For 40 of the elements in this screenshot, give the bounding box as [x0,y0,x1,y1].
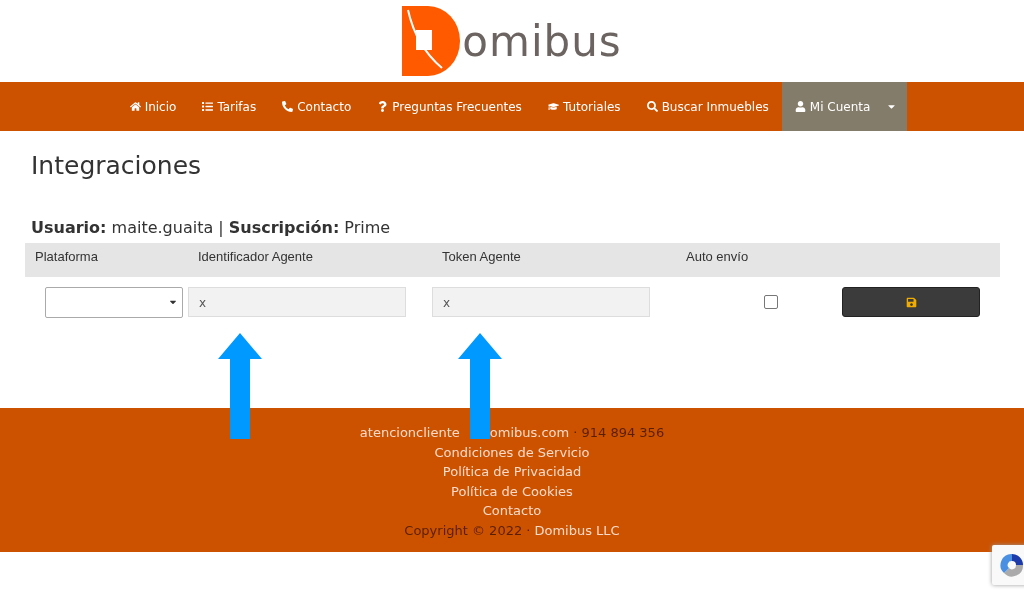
column-header: Identificador Agente [197,248,314,266]
graduation-cap-icon [547,101,559,112]
page-title: Integraciones [31,151,203,180]
save-button[interactable] [842,287,980,317]
column-header: Plataforma [34,248,99,266]
arrow-up-icon [218,333,262,439]
footer-link[interactable]: Política de Cookies [451,481,573,502]
email-link[interactable]: omibus.com [489,423,570,443]
recaptcha-badge[interactable] [992,545,1024,585]
copyright-text: Copyright © 2022 · [404,521,531,540]
platform-select[interactable] [45,286,183,318]
home-icon [129,101,141,112]
search-icon [646,101,658,112]
input-field[interactable]: x [432,287,650,317]
footer-link[interactable]: Contacto [482,501,542,521]
nav-link[interactable]: Preguntas Frecuentes [364,82,535,131]
company-link[interactable]: Domibus LLC [534,520,620,541]
logo-icon [402,6,461,76]
input-field[interactable]: x [188,287,406,317]
footer-link[interactable]: Política de Privacidad [442,462,582,482]
recaptcha-icon [999,552,1024,578]
nav-link[interactable]: Tutoriales [534,82,634,131]
column-header: Auto envío [685,248,750,266]
nav-link[interactable]: Mi Cuenta [781,82,908,131]
save-icon [905,296,917,308]
nav-link[interactable]: Tarifas [189,82,270,131]
nav-link[interactable]: Buscar Inmuebles [633,82,782,131]
user-info: Usuario: maite.guaita | Suscripción: Prime [31,218,392,237]
question-icon [377,101,389,112]
column-header: Token Agente [441,248,522,266]
nav-link[interactable]: Inicio [116,82,190,131]
logo-text: omibus [462,16,622,66]
phone-number: · 914 894 356 [573,424,665,442]
checkbox[interactable] [764,295,778,309]
footer-link[interactable]: Condiciones de Servicio [434,442,590,463]
phone-icon [282,101,294,112]
list-icon [202,101,214,112]
nav-link[interactable]: Contacto [269,82,365,131]
user-icon [794,101,806,112]
email-link[interactable]: atencioncliente [359,423,460,443]
